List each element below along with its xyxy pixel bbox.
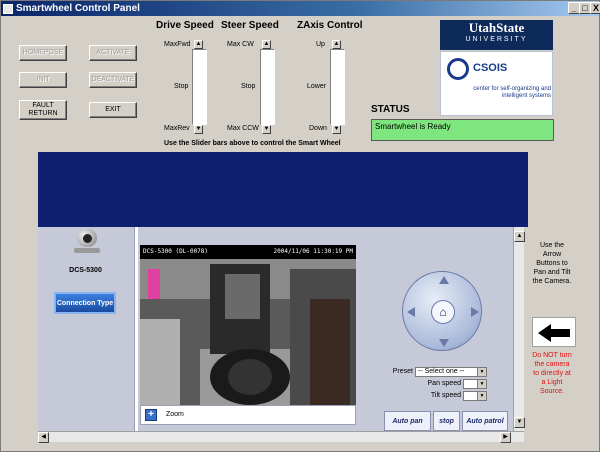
connection-type-button[interactable]: Connection Type xyxy=(54,292,116,314)
zaxis-up-arrow[interactable]: ▲ xyxy=(332,40,341,49)
camera-model: DCS-5300 xyxy=(69,267,102,274)
slider-hint: Use the Slider bars above to control the… xyxy=(164,140,341,147)
chevron-down-icon: ▼ xyxy=(477,368,486,376)
pan-tilt-instructions: Use the Arrow Buttons to Pan and Tilt th… xyxy=(532,242,572,285)
csois-logo-name: CSOIS xyxy=(473,62,508,74)
pan-speed-select[interactable]: ▼ xyxy=(463,379,487,389)
stop-button[interactable]: stop xyxy=(433,411,460,431)
usu-logo-title: UtahState xyxy=(468,20,525,35)
drive-stop-label: Stop xyxy=(174,83,189,90)
light-source-warning: Do NOT turn the camera to directly at a … xyxy=(532,352,572,395)
close-button[interactable]: X xyxy=(590,2,600,14)
zaxis-lower-label: Lower xyxy=(307,83,327,90)
steer-stop-label: Stop xyxy=(241,83,256,90)
zaxis-title: ZAxis Control xyxy=(297,20,363,31)
preset-label: Preset xyxy=(392,368,413,375)
drive-max-fwd-label: MaxFwd xyxy=(164,41,191,48)
zaxis-down-arrow[interactable]: ▼ xyxy=(332,125,341,134)
vertical-scrollbar[interactable]: ▲ ▼ xyxy=(513,227,525,431)
preset-select[interactable]: -- Select one -- ▼ xyxy=(415,367,487,377)
pan-speed-label: Pan speed xyxy=(427,380,461,387)
zaxis-slider[interactable] xyxy=(330,49,345,125)
homepose-button[interactable]: HOMEPOSE xyxy=(19,45,67,61)
drive-down-arrow[interactable]: ▼ xyxy=(194,125,203,134)
pan-tilt-pad[interactable]: ⌂ xyxy=(402,271,482,351)
title-bar: Smartwheel Control Panel _ □ X xyxy=(1,1,600,16)
video-overlay-camera-id: DCS-5300 (DL-0078) xyxy=(143,248,209,255)
steer-speed-slider[interactable] xyxy=(260,49,275,125)
chevron-down-icon: ▼ xyxy=(477,392,486,400)
scroll-right-arrow[interactable]: ▶ xyxy=(500,432,511,443)
zaxis-down-label: Down xyxy=(309,125,327,132)
home-icon[interactable]: ⌂ xyxy=(431,300,455,324)
activate-button[interactable]: ACTIVATE xyxy=(89,45,137,61)
camera-banner xyxy=(38,152,528,227)
steer-down-arrow[interactable]: ▼ xyxy=(262,125,271,134)
zoom-label: Zoom xyxy=(166,411,184,418)
ip-camera-icon xyxy=(72,229,102,255)
chevron-down-icon: ▼ xyxy=(477,380,486,388)
deactivate-button[interactable]: DEACTIVATE xyxy=(89,72,137,88)
status-label: STATUS xyxy=(371,104,410,115)
tilt-speed-select[interactable]: ▼ xyxy=(463,391,487,401)
csois-logo-tagline: center for self-organizing and intellige… xyxy=(473,86,551,99)
camera-video-feed: DCS-5300 (DL-0078) 2004/11/06 11:30:19 P… xyxy=(140,245,356,405)
fault-return-button[interactable]: FAULT RETURN xyxy=(19,100,67,120)
horizontal-scrollbar[interactable]: ◀ ▶ xyxy=(38,431,524,443)
window-title: Smartwheel Control Panel xyxy=(16,3,140,14)
zoom-plus-icon[interactable]: + xyxy=(145,409,157,421)
scroll-up-arrow[interactable]: ▲ xyxy=(514,231,525,242)
steer-speed-title: Steer Speed xyxy=(221,20,279,31)
tilt-up-arrow[interactable] xyxy=(439,276,449,284)
app-icon xyxy=(3,3,13,14)
steer-up-arrow[interactable]: ▲ xyxy=(262,40,271,49)
video-image xyxy=(140,259,356,405)
arrow-left-icon xyxy=(532,317,576,347)
status-value: Smartwheel is Ready xyxy=(371,119,554,141)
csois-logo: CSOIS center for self-organizing and int… xyxy=(440,51,553,116)
drive-speed-slider[interactable] xyxy=(192,49,207,125)
steer-max-ccw-label: Max CCW xyxy=(227,125,259,132)
tilt-down-arrow[interactable] xyxy=(439,339,449,347)
usu-logo: UtahState UNIVERSITY xyxy=(440,20,553,50)
csois-swirl-icon xyxy=(447,58,469,80)
init-button[interactable]: INIT xyxy=(19,72,67,88)
app-window: Smartwheel Control Panel _ □ X HOMEPOSE … xyxy=(0,0,600,452)
drive-max-rev-label: MaxRev xyxy=(164,125,190,132)
drive-speed-title: Drive Speed xyxy=(156,20,214,31)
camera-info-column: DCS-5300 Connection Type xyxy=(38,227,133,431)
pan-left-arrow[interactable] xyxy=(407,307,415,317)
drive-up-arrow[interactable]: ▲ xyxy=(194,40,203,49)
panel-divider xyxy=(134,227,138,431)
scroll-left-arrow[interactable]: ◀ xyxy=(38,432,49,443)
pan-right-arrow[interactable] xyxy=(471,307,479,317)
preset-select-value: -- Select one -- xyxy=(418,368,465,375)
zoom-bar: + Zoom xyxy=(140,405,356,425)
zaxis-up-label: Up xyxy=(316,41,325,48)
video-overlay-timestamp: 2004/11/06 11:30:19 PM xyxy=(273,248,353,255)
auto-patrol-button[interactable]: Auto patrol xyxy=(462,411,508,431)
steer-max-cw-label: Max CW xyxy=(227,41,254,48)
auto-pan-button[interactable]: Auto pan xyxy=(384,411,431,431)
tilt-speed-label: Tilt speed xyxy=(430,392,461,399)
exit-button[interactable]: EXIT xyxy=(89,102,137,118)
usu-logo-subtitle: UNIVERSITY xyxy=(465,36,528,43)
scroll-down-arrow[interactable]: ▼ xyxy=(514,417,525,428)
video-overlay-bar: DCS-5300 (DL-0078) 2004/11/06 11:30:19 P… xyxy=(140,245,356,259)
